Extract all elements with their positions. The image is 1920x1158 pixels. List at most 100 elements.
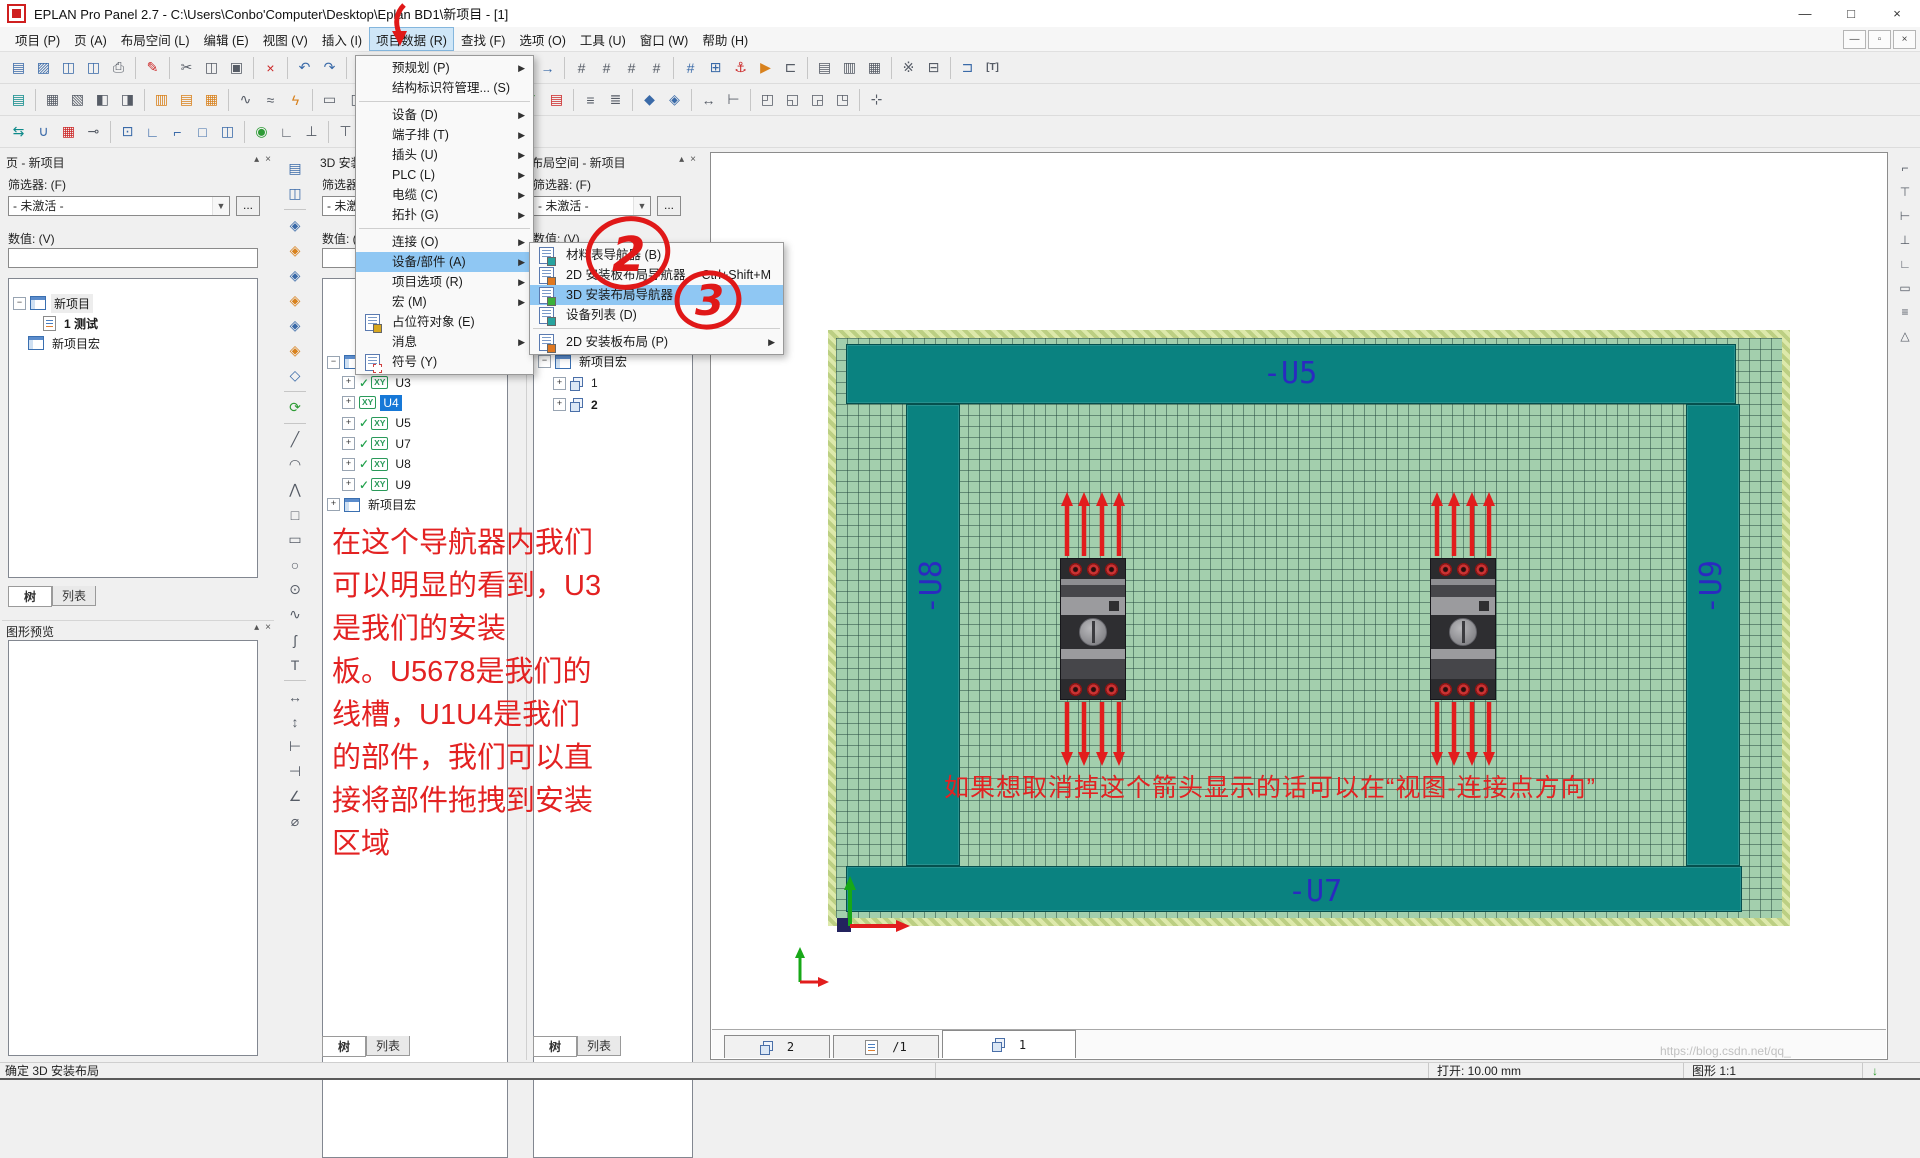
edit-tool-icon[interactable]: ✎ <box>140 55 165 81</box>
menu-item-1[interactable]: 结构标识符管理... (S) <box>356 78 533 98</box>
symbol-b-icon[interactable]: ◨ <box>115 87 140 113</box>
expand-node-icon[interactable]: + <box>342 376 355 389</box>
menu-item-12[interactable]: 项目选项 (R)▶ <box>356 272 533 292</box>
mounting-plate-grid[interactable] <box>836 338 1782 918</box>
measure-icon[interactable]: ⊏ <box>778 55 803 81</box>
spline-icon[interactable]: ∿ <box>283 602 308 627</box>
mdi-minimize-button[interactable]: — <box>1843 30 1866 49</box>
symbol-a-icon[interactable]: ◧ <box>90 87 115 113</box>
tree-row-1 测试[interactable]: 1 测试 <box>9 313 257 333</box>
layer-a-icon[interactable]: ≡ <box>578 87 603 113</box>
polyline-icon[interactable]: ⋀ <box>283 477 308 502</box>
place-l-icon[interactable]: ∟ <box>274 119 299 145</box>
cube-1-icon[interactable]: ◈ <box>283 213 308 238</box>
plc-c-icon[interactable]: ▦ <box>199 87 224 113</box>
panel-tab-列表[interactable]: 列表 <box>52 586 96 606</box>
rounded-rect-icon[interactable]: ▭ <box>283 527 308 552</box>
menu-item-13[interactable]: 宏 (M)▶ <box>356 292 533 312</box>
panel-tab-树[interactable]: 树 <box>8 586 52 607</box>
cube-3-icon[interactable]: ◈ <box>283 263 308 288</box>
menubar-item-5[interactable]: 插入 (I) <box>315 27 369 51</box>
print-icon[interactable]: ⎙ <box>106 55 131 81</box>
copy-icon[interactable]: ◫ <box>199 55 224 81</box>
cube-5-icon[interactable]: ◈ <box>283 313 308 338</box>
tree-row-新项目[interactable]: −新项目 <box>9 293 257 313</box>
expand-node-icon[interactable]: + <box>342 417 355 430</box>
t-node-icon[interactable]: ⊸ <box>81 119 106 145</box>
tree-row-U5[interactable]: +✓XYU5 <box>323 413 507 433</box>
corner-a-icon[interactable]: ∟ <box>140 119 165 145</box>
chevron-down-icon[interactable]: ▼ <box>212 197 229 215</box>
panel-tab-列表[interactable]: 列表 <box>366 1036 410 1056</box>
ws-f-icon[interactable]: ▭ <box>1893 276 1918 300</box>
filter-more-button[interactable]: ... <box>657 196 681 216</box>
menubar-item-6[interactable]: 项目数据 (R) <box>369 27 454 51</box>
menu-item-14[interactable]: 占位符对象 (E) <box>356 312 533 332</box>
plumb-icon[interactable]: ⊥ <box>299 119 324 145</box>
tree-label[interactable]: 新项目 <box>51 294 93 313</box>
menubar-item-8[interactable]: 选项 (O) <box>512 27 573 51</box>
wire-b-icon[interactable]: ≈ <box>258 87 283 113</box>
grid-d-icon[interactable]: # <box>644 55 669 81</box>
grid-b-icon[interactable]: # <box>594 55 619 81</box>
menu-item-7[interactable]: 电缆 (C)▶ <box>356 185 533 205</box>
ws-c-icon[interactable]: ⊢ <box>1893 204 1918 228</box>
menubar-item-4[interactable]: 视图 (V) <box>256 27 315 51</box>
maximize-button[interactable]: □ <box>1828 0 1874 27</box>
tree-label[interactable]: U7 <box>392 436 413 452</box>
detail-view-icon[interactable]: ▥ <box>837 55 862 81</box>
flag-icon[interactable]: ▶ <box>753 55 778 81</box>
menu-item-4[interactable]: 端子排 (T)▶ <box>356 125 533 145</box>
collapse-icon[interactable]: ▴ <box>254 622 259 633</box>
tree-label[interactable]: U4 <box>380 395 401 411</box>
select-frame-icon[interactable]: ⊡ <box>115 119 140 145</box>
update-icon[interactable]: ⟳ <box>283 395 308 420</box>
expand-node-icon[interactable]: + <box>553 377 566 390</box>
close-icon[interactable]: × <box>690 154 696 165</box>
part-a-icon[interactable]: ◆ <box>637 87 662 113</box>
grid-on-icon[interactable]: # <box>678 55 703 81</box>
chevron-down-icon[interactable]: ▼ <box>633 197 650 215</box>
plc-a-icon[interactable]: ▥ <box>149 87 174 113</box>
place-green-icon[interactable]: ◉ <box>249 119 274 145</box>
menu-item-16[interactable]: 符号 (Y) <box>356 352 533 372</box>
collapse-icon[interactable]: ▴ <box>254 154 259 165</box>
view-tab-1[interactable]: 1 <box>942 1030 1076 1058</box>
filter-combobox[interactable]: - 未激活 -▼ <box>8 196 230 216</box>
cut-icon[interactable]: ✂ <box>174 55 199 81</box>
motor-starter-component-1[interactable] <box>1060 558 1126 700</box>
diameter-icon[interactable]: ⌀ <box>283 809 308 834</box>
menu-item-8[interactable]: 拓扑 (G)▶ <box>356 205 533 225</box>
plc-b-icon[interactable]: ▤ <box>174 87 199 113</box>
tree-label[interactable]: 新项目宏 <box>49 334 103 353</box>
wire-a-icon[interactable]: ∿ <box>233 87 258 113</box>
pages-icon[interactable]: ◫ <box>283 181 308 206</box>
s-line-icon[interactable]: ʃ <box>283 627 308 652</box>
undo-icon[interactable]: ↶ <box>292 55 317 81</box>
tree-label[interactable]: 1 测试 <box>61 314 101 333</box>
snap-grid-icon[interactable]: ⊞ <box>703 55 728 81</box>
menu-item-5[interactable]: 2D 安装板布局 (P)▶ <box>530 332 783 352</box>
menu-item-10[interactable]: 连接 (O)▶ <box>356 232 533 252</box>
tree-label[interactable]: U5 <box>392 415 413 431</box>
menu-item-11[interactable]: 设备/部件 (A)▶ <box>356 252 533 272</box>
u-connector-icon[interactable]: ∪ <box>31 119 56 145</box>
cart-icon[interactable]: ⊐ <box>955 55 980 81</box>
list-view-icon[interactable]: ▤ <box>812 55 837 81</box>
open-icon[interactable]: ▨ <box>31 55 56 81</box>
menu-item-1[interactable]: 2D 安装板布局导航器Ctrl+Shift+M <box>530 265 783 285</box>
corner-b-icon[interactable]: ⌐ <box>165 119 190 145</box>
panel-tab-列表[interactable]: 列表 <box>577 1036 621 1056</box>
tree-row-U3[interactable]: +✓XYU3 <box>323 372 507 392</box>
circle-icon[interactable]: ○ <box>283 552 308 577</box>
tree-label[interactable]: 2 <box>588 397 601 413</box>
ws-a-icon[interactable]: ⌐ <box>1893 156 1918 180</box>
view-tab-2[interactable]: 2 <box>724 1035 830 1058</box>
panel-tab-树[interactable]: 树 <box>322 1036 366 1057</box>
pan-forward-icon[interactable]: → <box>535 55 560 81</box>
ellipse-icon[interactable]: ⊙ <box>283 577 308 602</box>
tree-label[interactable]: U9 <box>392 477 413 493</box>
menubar-item-9[interactable]: 工具 (U) <box>573 27 633 51</box>
ws-h-icon[interactable]: △ <box>1893 324 1918 348</box>
cube-2-icon[interactable]: ◈ <box>283 238 308 263</box>
